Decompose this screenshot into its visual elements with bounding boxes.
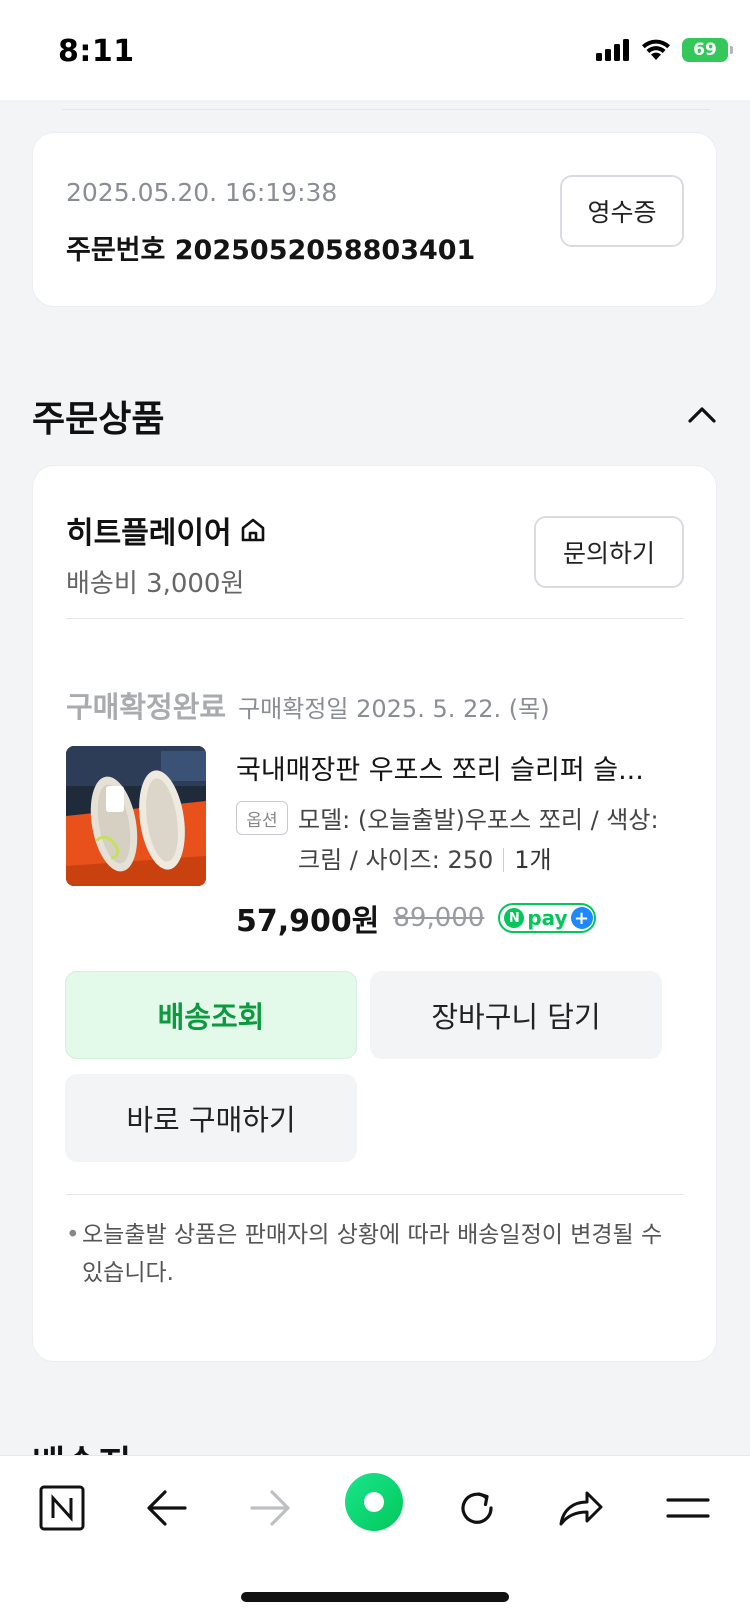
refresh-icon[interactable] <box>447 1478 507 1538</box>
original-price: 89,000 <box>393 903 485 933</box>
shop-header[interactable]: 히트플레이어 <box>66 508 268 552</box>
chevron-up-icon[interactable] <box>682 395 722 435</box>
battery-icon: 69 <box>682 38 733 62</box>
menu-icon[interactable] <box>658 1478 718 1538</box>
shipping-notice: 오늘출발 상품은 판매자의 상황에 따라 배송일정이 변경될 수 있습니다. <box>66 1216 683 1292</box>
top-divider <box>62 109 710 110</box>
order-datetime: 2025.05.20. 16:19:38 <box>66 178 338 207</box>
buy-now-button[interactable]: 바로 구매하기 <box>65 1074 357 1162</box>
npay-label: pay <box>527 906 568 930</box>
status-icons: 69 <box>596 38 733 62</box>
divider <box>66 1194 683 1195</box>
shipping-fee: 배송비 3,000원 <box>66 569 245 599</box>
track-delivery-button[interactable]: 배송조회 <box>65 971 357 1059</box>
quantity: 1개 <box>514 846 552 874</box>
naver-n-icon[interactable] <box>32 1478 92 1538</box>
npay-plus-badge: N pay + <box>498 903 596 933</box>
green-dot-home-icon[interactable] <box>344 1472 404 1532</box>
status-bar: 8:11 69 <box>0 0 750 100</box>
option-details: 모델: (오늘출발)우포스 쪼리 / 색상: 크림 / 사이즈: 250 <box>298 806 659 874</box>
purchase-status-row: 구매확정완료 구매확정일 2025. 5. 22. (목) <box>66 684 550 726</box>
product-title[interactable]: 국내매장판 우포스 쪼리 슬리퍼 슬... <box>236 748 676 787</box>
confirm-date: 구매확정일 2025. 5. 22. (목) <box>238 695 550 723</box>
status-time: 8:11 <box>58 34 135 69</box>
npay-n-icon: N <box>504 908 525 928</box>
store-home-icon[interactable] <box>238 515 268 545</box>
price: 57,900원 <box>236 904 380 939</box>
shop-name[interactable]: 히트플레이어 <box>66 508 232 552</box>
add-to-cart-button[interactable]: 장바구니 담기 <box>370 971 662 1059</box>
section-title-order-items: 주문상품 <box>32 399 165 440</box>
quantity-separator <box>503 848 505 872</box>
divider <box>66 618 683 619</box>
battery-level: 69 <box>693 40 717 60</box>
wifi-icon <box>642 39 670 60</box>
back-arrow-icon[interactable] <box>137 1478 197 1538</box>
next-section-title-peek: 배송지 <box>32 1435 131 1455</box>
order-items-card: 히트플레이어 배송비 3,000원 문의하기 구매확정완료 구매확정일 2025… <box>32 465 717 1362</box>
share-icon[interactable] <box>551 1478 611 1538</box>
purchase-status: 구매확정완료 <box>66 690 227 724</box>
inquiry-button[interactable]: 문의하기 <box>534 516 684 588</box>
option-text: 모델: (오늘출발)우포스 쪼리 / 색상: 크림 / 사이즈: 250 1개 <box>298 800 688 880</box>
price-row: 57,900원 89,000 N pay + <box>236 896 596 940</box>
option-badge: 옵션 <box>236 801 288 835</box>
receipt-button[interactable]: 영수증 <box>560 175 684 247</box>
forward-arrow-icon[interactable] <box>240 1478 300 1538</box>
home-indicator <box>241 1592 509 1602</box>
order-info-card: 2025.05.20. 16:19:38 주문번호 20250520588034… <box>32 132 717 307</box>
plus-icon: + <box>570 907 593 929</box>
product-thumbnail[interactable] <box>66 746 206 886</box>
cellular-signal-icon <box>596 39 629 61</box>
bottom-navigation-bar <box>0 1455 750 1624</box>
order-number: 주문번호 2025052058803401 <box>66 235 476 266</box>
